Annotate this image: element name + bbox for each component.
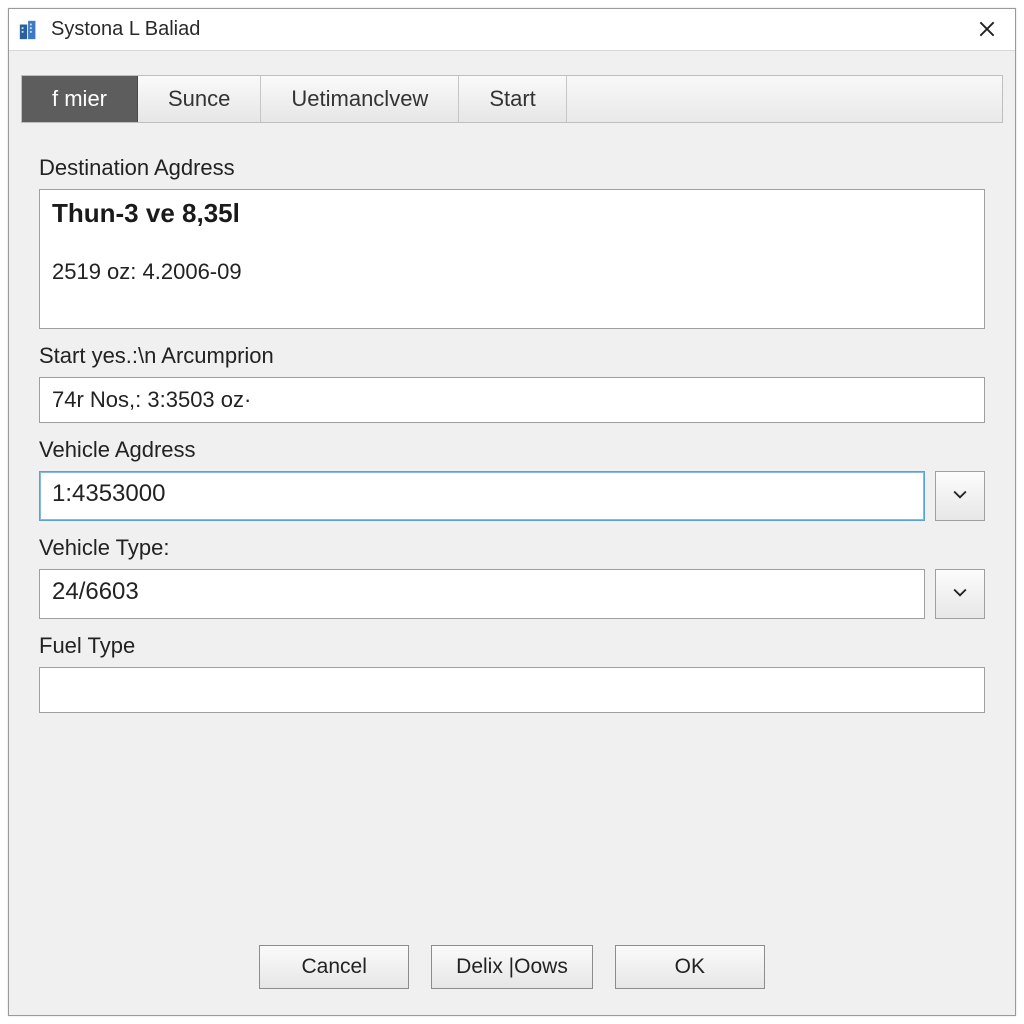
- titlebar: Systona L Baliad: [9, 9, 1015, 51]
- dialog-button-row: Cancel Delix |Oows OK: [39, 921, 985, 1015]
- vehicle-address-combo: 1:4353000: [39, 471, 985, 521]
- destination-line2: 2519 oz: 4.2006-09: [52, 259, 972, 285]
- delix-button[interactable]: Delix |Oows: [431, 945, 593, 989]
- tab-label: Sunce: [168, 86, 230, 112]
- dialog-window: Systona L Baliad f mier Sunce Uetimanclv…: [8, 8, 1016, 1016]
- destination-line1: Thun-3 ve 8,35l: [52, 198, 972, 229]
- close-button[interactable]: [967, 14, 1007, 46]
- destination-label: Destination Agdress: [39, 155, 985, 181]
- fuel-type-input[interactable]: [39, 667, 985, 713]
- destination-input[interactable]: Thun-3 ve 8,35l 2519 oz: 4.2006-09: [39, 189, 985, 329]
- tab-sunce[interactable]: Sunce: [138, 76, 261, 122]
- tab-label: Uetimanclvew: [291, 86, 428, 112]
- vehicle-type-dropdown-button[interactable]: [935, 569, 985, 619]
- chevron-down-icon: [953, 585, 967, 603]
- tab-label: f mier: [52, 86, 107, 112]
- cancel-button[interactable]: Cancel: [259, 945, 409, 989]
- ok-button[interactable]: OK: [615, 945, 765, 989]
- vehicle-address-label: Vehicle Agdress: [39, 437, 985, 463]
- tab-fmier[interactable]: f mier: [22, 76, 138, 122]
- start-label: Start yes.:\n Arcumprion: [39, 343, 985, 369]
- start-input[interactable]: 74r Nos,: 3:3503 oz·: [39, 377, 985, 423]
- button-label: Cancel: [301, 955, 366, 979]
- vehicle-type-combo: 24/6603: [39, 569, 985, 619]
- app-icon: [17, 18, 41, 42]
- close-icon: [979, 17, 995, 43]
- tab-uetimanclvew[interactable]: Uetimanclvew: [261, 76, 459, 122]
- chevron-down-icon: [953, 487, 967, 505]
- vehicle-type-label: Vehicle Type:: [39, 535, 985, 561]
- vehicle-address-dropdown-button[interactable]: [935, 471, 985, 521]
- button-label: Delix |Oows: [456, 955, 568, 979]
- vehicle-address-input[interactable]: 1:4353000: [39, 471, 925, 521]
- button-label: OK: [675, 955, 705, 979]
- tab-strip: f mier Sunce Uetimanclvew Start: [21, 75, 1003, 123]
- window-title: Systona L Baliad: [51, 18, 200, 41]
- tab-label: Start: [489, 86, 535, 112]
- fuel-type-label: Fuel Type: [39, 633, 985, 659]
- vehicle-type-input[interactable]: 24/6603: [39, 569, 925, 619]
- form-area: Destination Agdress Thun-3 ve 8,35l 2519…: [9, 123, 1015, 1015]
- tab-start[interactable]: Start: [459, 76, 566, 122]
